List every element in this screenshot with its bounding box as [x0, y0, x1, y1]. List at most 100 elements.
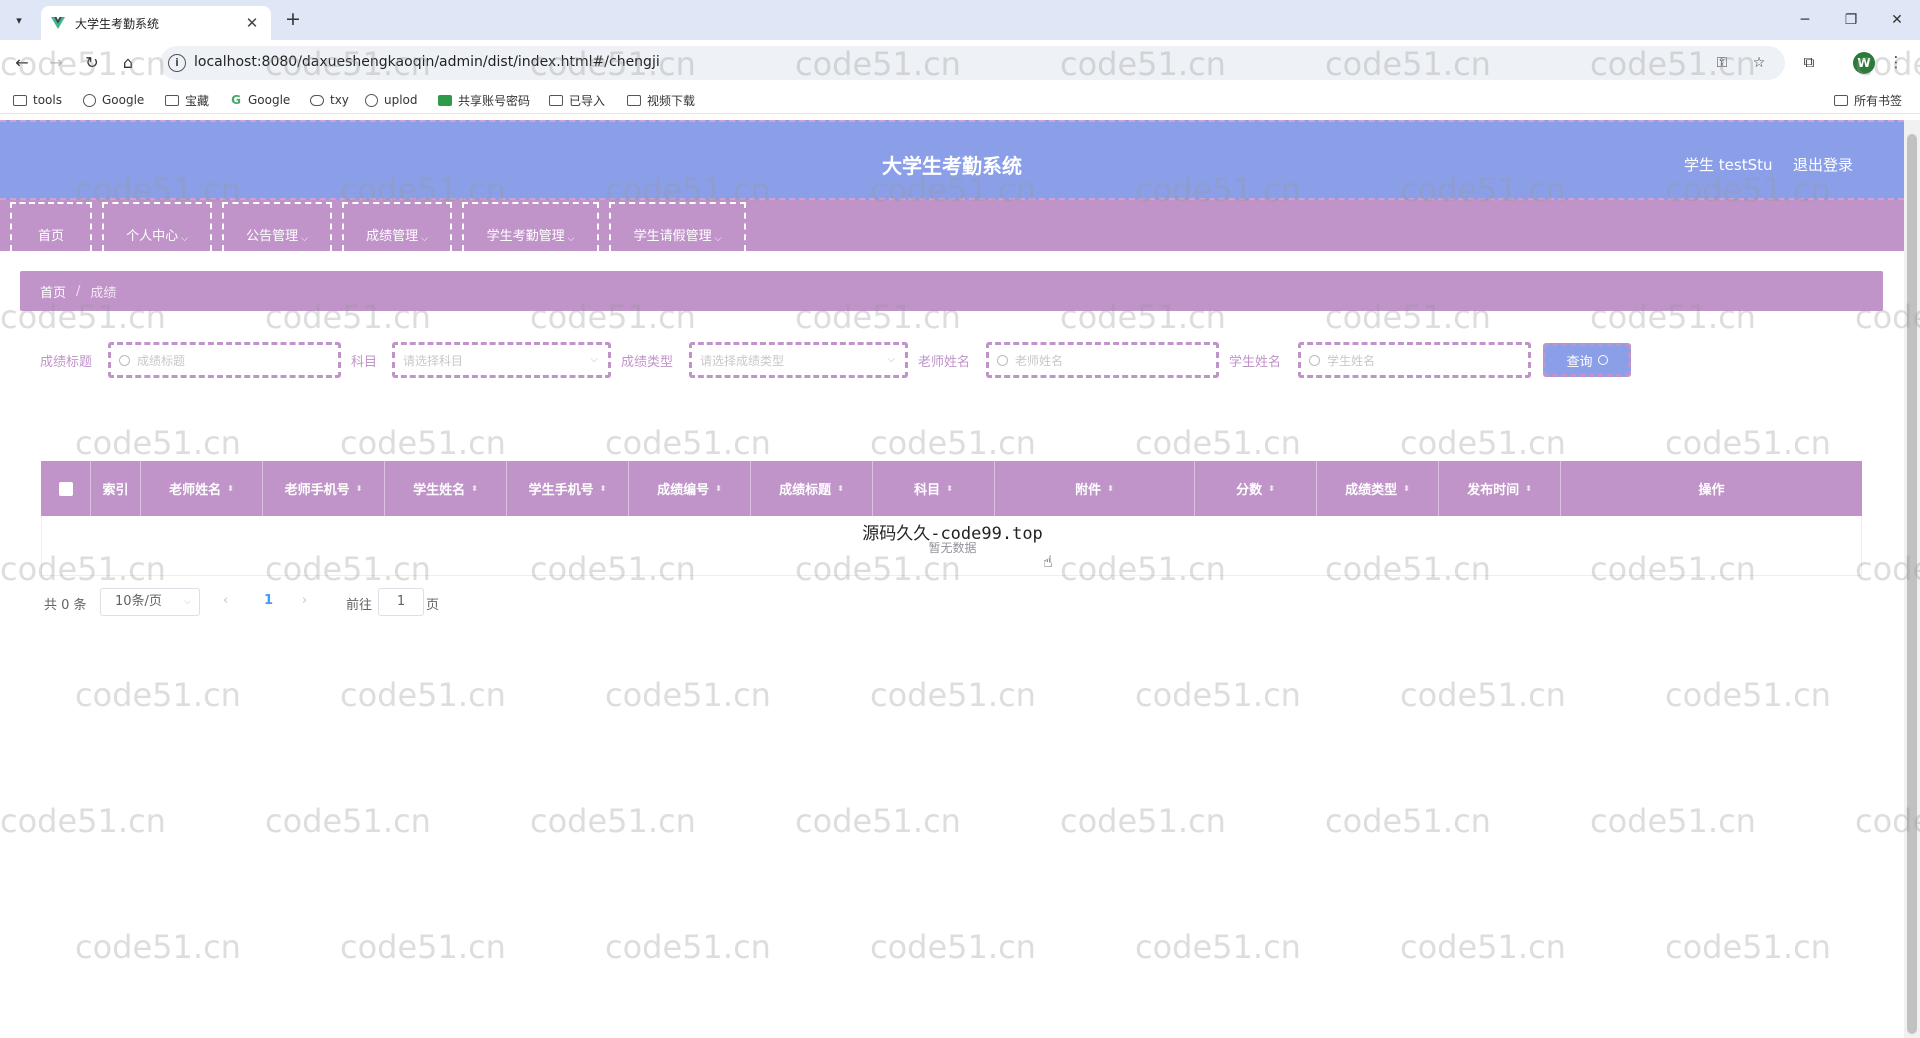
grade-title-input[interactable]: 成绩标题 [108, 342, 341, 378]
column-teacher-name[interactable]: 老师姓名 ⬍ [141, 461, 263, 516]
column-teacher-phone[interactable]: 老师手机号 ⬍ [263, 461, 385, 516]
sort-icon[interactable]: ⬍ [1268, 484, 1275, 493]
profile-avatar[interactable]: W [1853, 52, 1875, 74]
column-grade-number[interactable]: 成绩编号 ⬍ [629, 461, 751, 516]
extensions-icon[interactable]: ⧉ [1797, 51, 1821, 75]
password-key-icon[interactable]: ⚿ [1712, 54, 1732, 74]
chevron-down-icon: ⌵ [421, 234, 428, 244]
folder-icon [627, 94, 641, 106]
column-subject[interactable]: 科目 ⬍ [873, 461, 995, 516]
prev-page-icon[interactable]: ‹ [223, 593, 228, 608]
address-url[interactable]: localhost:8080/daxueshengkaoqin/admin/di… [194, 54, 660, 70]
table-header: 索引 老师姓名 ⬍ 老师手机号 ⬍ 学生姓名 ⬍ 学生手机号 ⬍ 成绩编号 ⬍ 成绩标题 ⬍… [41, 461, 1862, 516]
address-bar[interactable]: i localhost:8080/daxueshengkaoqin/admin/… [160, 46, 1785, 80]
hand-cursor-icon: ☝ [1043, 552, 1053, 571]
forward-icon[interactable]: → [43, 50, 69, 76]
chevron-down-icon: ⌵ [590, 354, 598, 365]
folder-icon [13, 94, 27, 106]
column-student-phone[interactable]: 学生手机号 ⬍ [507, 461, 629, 516]
grade-type-select[interactable]: 请选择成绩类型 ⌵ [689, 342, 908, 378]
chevron-down-icon: ⌵ [567, 234, 575, 244]
search-icon [1309, 354, 1320, 366]
sort-icon[interactable]: ⬍ [1525, 484, 1532, 493]
page-suffix: 页 [426, 598, 440, 613]
page-scrollbar[interactable] [1904, 120, 1920, 1038]
search-icon [1597, 355, 1608, 365]
site-info-icon[interactable]: i [168, 54, 186, 72]
sort-icon[interactable]: ⬍ [1107, 484, 1114, 493]
sort-icon[interactable]: ⬍ [471, 484, 478, 493]
back-icon[interactable]: ← [9, 50, 35, 76]
subject-select[interactable]: 请选择科目 ⌵ [392, 342, 611, 378]
student-name-input[interactable]: 学生姓名 [1298, 342, 1531, 378]
pagination-total: 共 0 条 [44, 598, 87, 613]
breadcrumb-home[interactable]: 首页 [40, 282, 66, 301]
sort-icon[interactable]: ⬍ [227, 484, 234, 493]
bookmark-shared-accounts[interactable]: 共享账号密码 [438, 91, 530, 109]
bookmark-google[interactable]: Google [83, 91, 144, 109]
bookmark-imported[interactable]: 已导入 [549, 91, 605, 109]
new-tab-icon[interactable]: + [282, 9, 304, 31]
browser-tab[interactable]: 大学生考勤系统 ✕ [41, 6, 271, 40]
menu-leave-management[interactable]: 学生请假管理 ⌵ [609, 202, 746, 251]
page-number[interactable]: 1 [264, 593, 273, 608]
sort-icon[interactable]: ⬍ [715, 484, 722, 493]
query-button[interactable]: 查询 [1543, 343, 1631, 377]
all-bookmarks[interactable]: 所有书签 [1834, 91, 1902, 109]
menu-notice-management[interactable]: 公告管理 ⌵ [222, 202, 332, 251]
menu-grade-management[interactable]: 成绩管理 ⌵ [342, 202, 452, 251]
app-header: 大学生考勤系统 学生 testStu 退出登录 [0, 120, 1904, 200]
sort-icon[interactable]: ⬍ [600, 484, 607, 493]
bookmark-star-icon[interactable]: ☆ [1749, 54, 1769, 74]
select-all-checkbox[interactable] [41, 461, 91, 516]
grades-table: 索引 老师姓名 ⬍ 老师手机号 ⬍ 学生姓名 ⬍ 学生手机号 ⬍ 成绩编号 ⬍ 成绩标题 ⬍… [41, 461, 1862, 576]
tab-close-icon[interactable]: ✕ [243, 14, 261, 32]
bookmark-treasure[interactable]: 宝藏 [165, 91, 209, 109]
scrollbar-thumb[interactable] [1907, 134, 1917, 1034]
student-name-label: 学生姓名 [1229, 355, 1282, 370]
column-student-name[interactable]: 学生姓名 ⬍ [385, 461, 507, 516]
column-index: 索引 [91, 461, 141, 516]
home-icon[interactable]: ⌂ [115, 50, 141, 76]
sort-icon[interactable]: ⬍ [946, 484, 953, 493]
column-publish-time[interactable]: 发布时间 ⬍ [1439, 461, 1561, 516]
teacher-name-input[interactable]: 老师姓名 [986, 342, 1219, 378]
tab-search-dropdown-icon[interactable]: ▾ [8, 9, 30, 31]
top-menu: 首页 个人中心 ⌵ 公告管理 ⌵ 成绩管理 ⌵ 学生考勤管理 ⌵ 学生请假管理 ⌵ [0, 200, 1904, 251]
breadcrumb: 首页 / 成绩 [20, 271, 1883, 311]
sort-icon[interactable]: ⬍ [837, 484, 844, 493]
menu-attendance-management[interactable]: 学生考勤管理 ⌵ [462, 202, 599, 251]
bookmark-video-download[interactable]: 视频下载 [627, 91, 695, 109]
page-size-select[interactable]: 10条/页 ⌵ [100, 588, 200, 616]
column-attachment[interactable]: 附件 ⬍ [995, 461, 1195, 516]
menu-personal-center[interactable]: 个人中心 ⌵ [102, 202, 212, 251]
menu-home[interactable]: 首页 [10, 202, 92, 251]
search-icon [119, 354, 130, 366]
browser-tab-strip: ▾ 大学生考勤系统 ✕ + ─ ❐ ✕ [0, 0, 1920, 40]
minimize-icon[interactable]: ─ [1790, 8, 1820, 32]
search-form: 成绩标题 成绩标题 科目 请选择科目 ⌵ 成绩类型 请选择成绩类型 ⌵ 老师姓名… [0, 342, 1904, 378]
restore-icon[interactable]: ❐ [1836, 8, 1866, 32]
bookmark-uplod[interactable]: uplod [365, 91, 418, 109]
folder-icon [165, 94, 179, 106]
column-grade-title[interactable]: 成绩标题 ⬍ [751, 461, 873, 516]
bookmark-txy[interactable]: txy [310, 91, 349, 109]
column-grade-type[interactable]: 成绩类型 ⬍ [1317, 461, 1439, 516]
reload-icon[interactable]: ↻ [79, 50, 105, 76]
goto-page-input[interactable]: 1 [378, 588, 424, 616]
browser-menu-icon[interactable]: ⋮ [1884, 51, 1908, 75]
google-icon: G [231, 93, 241, 107]
bookmark-google-2[interactable]: G Google [230, 91, 290, 109]
chevron-down-icon: ⌵ [887, 354, 895, 365]
column-score[interactable]: 分数 ⬍ [1195, 461, 1317, 516]
current-user: 学生 testStu [1684, 156, 1773, 174]
tab-title: 大学生考勤系统 [75, 16, 160, 31]
next-page-icon[interactable]: › [302, 593, 307, 608]
bookmark-tools[interactable]: tools [13, 91, 62, 109]
logout-link[interactable]: 退出登录 [1793, 154, 1853, 175]
sort-icon[interactable]: ⬍ [1403, 484, 1410, 493]
sheet-icon [438, 94, 452, 106]
sort-icon[interactable]: ⬍ [356, 484, 363, 493]
window-close-icon[interactable]: ✕ [1882, 8, 1912, 32]
goto-label: 前往 [346, 598, 373, 613]
